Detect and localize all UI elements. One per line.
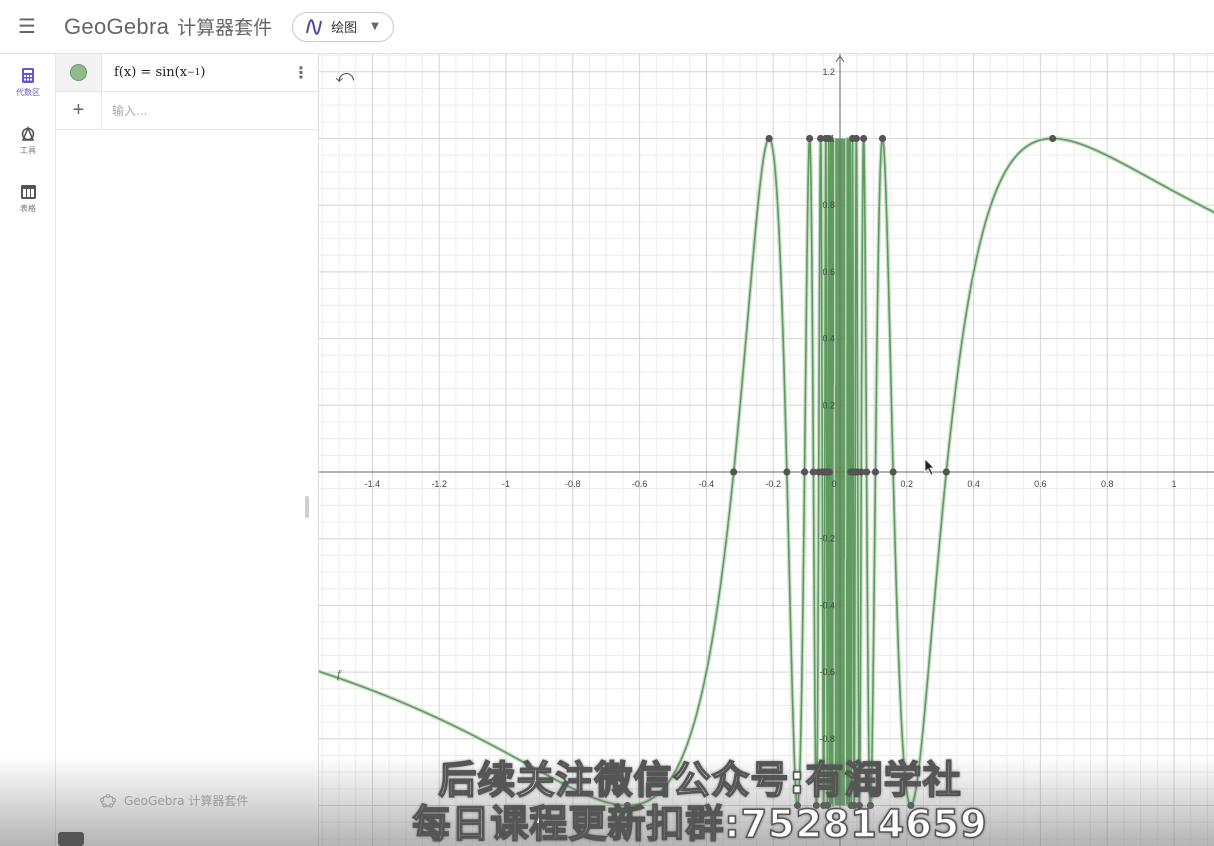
x-tick-label: 0: [831, 479, 836, 489]
shapes-icon: [21, 126, 35, 141]
app-switch-label: 绘图: [331, 21, 358, 36]
x-tick-label: -0.2: [765, 479, 781, 489]
calculator-icon: [22, 68, 34, 83]
special-point[interactable]: [765, 134, 773, 143]
menu-button[interactable]: ☰: [0, 0, 54, 54]
formula-suffix: ): [200, 65, 206, 80]
special-point[interactable]: [889, 468, 897, 476]
rail-label-tools: 工具: [20, 146, 36, 155]
geogebra-logo-icon: [100, 793, 116, 808]
x-tick-label: 0.4: [967, 479, 980, 489]
y-tick-label: 0.6: [822, 267, 835, 277]
x-tick-label: -0.4: [699, 479, 715, 489]
logo-subtitle: 计算器套件: [177, 17, 273, 39]
footer-text: GeoGebra 计算器套件: [124, 794, 249, 808]
app-switch-button[interactable]: 绘图 ▼: [292, 11, 394, 42]
undo-icon[interactable]: ⤺: [335, 66, 354, 87]
x-tick-label: -0.8: [565, 479, 581, 489]
rail-label-algebra: 代数区: [16, 88, 40, 97]
chevron-down-icon: ▼: [371, 21, 379, 32]
rail-label-table: 表格: [20, 203, 36, 213]
formula-prefix: f(x) = sin(x: [114, 65, 188, 80]
algebra-panel: f(x) = sin(x −1) ⋮ + 输入... GeoGebra 计算器套件: [56, 54, 319, 846]
y-tick-label: 0.2: [822, 400, 835, 410]
y-tick-label: -0.2: [819, 534, 835, 544]
rail-item-tools[interactable]: 工具: [0, 112, 56, 170]
y-tick-label: 1.2: [822, 67, 835, 77]
rail-item-table[interactable]: 表格: [0, 170, 56, 228]
special-point[interactable]: [783, 468, 791, 476]
x-tick-label: -0.6: [632, 479, 648, 489]
add-button[interactable]: +: [56, 92, 102, 129]
logo-text: GeoGebra: [64, 13, 170, 39]
x-tick-label: 0.6: [1034, 479, 1047, 489]
x-tick-label: 0.8: [1101, 479, 1114, 489]
footer-logo: GeoGebra 计算器套件: [100, 792, 248, 809]
x-tick-label: 0.2: [901, 479, 914, 489]
special-point[interactable]: [942, 468, 950, 476]
visibility-toggle[interactable]: [56, 54, 102, 91]
panel-splitter[interactable]: [305, 496, 309, 518]
table-icon: [20, 184, 36, 199]
subtitle-line-2: 每日课程更新扣群:752814659: [412, 801, 988, 846]
rail-item-algebra[interactable]: 代数区: [0, 54, 56, 112]
header: ☰ GeoGebra 计算器套件 绘图 ▼: [0, 0, 1214, 54]
graph-canvas[interactable]: f -1.4 -1.2 -1 -0.8 -0.6 -0.4 -0.2 0 0.2 0.4 0.6 0.…: [319, 54, 1214, 846]
special-point[interactable]: [806, 134, 814, 143]
more-vert-icon: ⋮: [293, 64, 309, 82]
y-tick-label: -0.6: [819, 667, 835, 677]
special-point[interactable]: [848, 134, 857, 143]
y-tick-label: -0.8: [819, 734, 835, 744]
subtitle-line-1: 后续关注微信公众号:有润学社: [438, 757, 962, 803]
special-point[interactable]: [825, 468, 833, 476]
keyboard-icon[interactable]: [58, 832, 84, 846]
special-point[interactable]: [878, 134, 887, 143]
special-point[interactable]: [871, 468, 880, 476]
hamburger-icon: ☰: [18, 16, 36, 38]
more-options-button[interactable]: ⋮: [284, 54, 318, 91]
y-tick-label: -0.4: [819, 600, 835, 610]
x-tick-label: -1.2: [431, 479, 447, 489]
algebra-input[interactable]: 输入...: [102, 92, 318, 129]
y-tick-label: 0.4: [822, 334, 835, 344]
algebra-row-f[interactable]: f(x) = sin(x −1) ⋮: [56, 54, 318, 92]
subtitle-overlay: 后续关注微信公众号:有润学社 每日课程更新扣群:752814659: [300, 757, 1100, 846]
marble-icon: [70, 64, 87, 81]
y-tick-label: 0.8: [822, 200, 835, 210]
special-point[interactable]: [847, 468, 855, 476]
graphics-view[interactable]: f -1.4 -1.2 -1 -0.8 -0.6 -0.4 -0.2 0 0.2 0.4 0.6 0.…: [319, 54, 1214, 846]
mouse-cursor-icon: [924, 458, 935, 476]
algebra-input-row[interactable]: + 输入...: [56, 92, 318, 130]
formula[interactable]: f(x) = sin(x −1): [102, 54, 284, 91]
special-point[interactable]: [860, 134, 868, 143]
tools-rail: 代数区 工具 表格: [0, 54, 56, 846]
x-tick-label: -1.4: [365, 479, 381, 489]
logo: GeoGebra 计算器套件: [64, 13, 272, 40]
special-point[interactable]: [730, 468, 738, 476]
special-point[interactable]: [1049, 134, 1057, 143]
x-tick-label: 1: [1171, 479, 1176, 489]
plus-icon: +: [72, 99, 85, 121]
x-tick-label: -1: [502, 479, 510, 489]
formula-exponent: −1: [187, 67, 201, 78]
graph-app-icon: [306, 18, 323, 35]
special-point[interactable]: [800, 468, 809, 476]
geogebra-app: ☰ GeoGebra 计算器套件 绘图 ▼ 代数区 工具 表格 f(x) = s…: [0, 0, 1214, 846]
y-tick-label: 1: [830, 134, 835, 144]
